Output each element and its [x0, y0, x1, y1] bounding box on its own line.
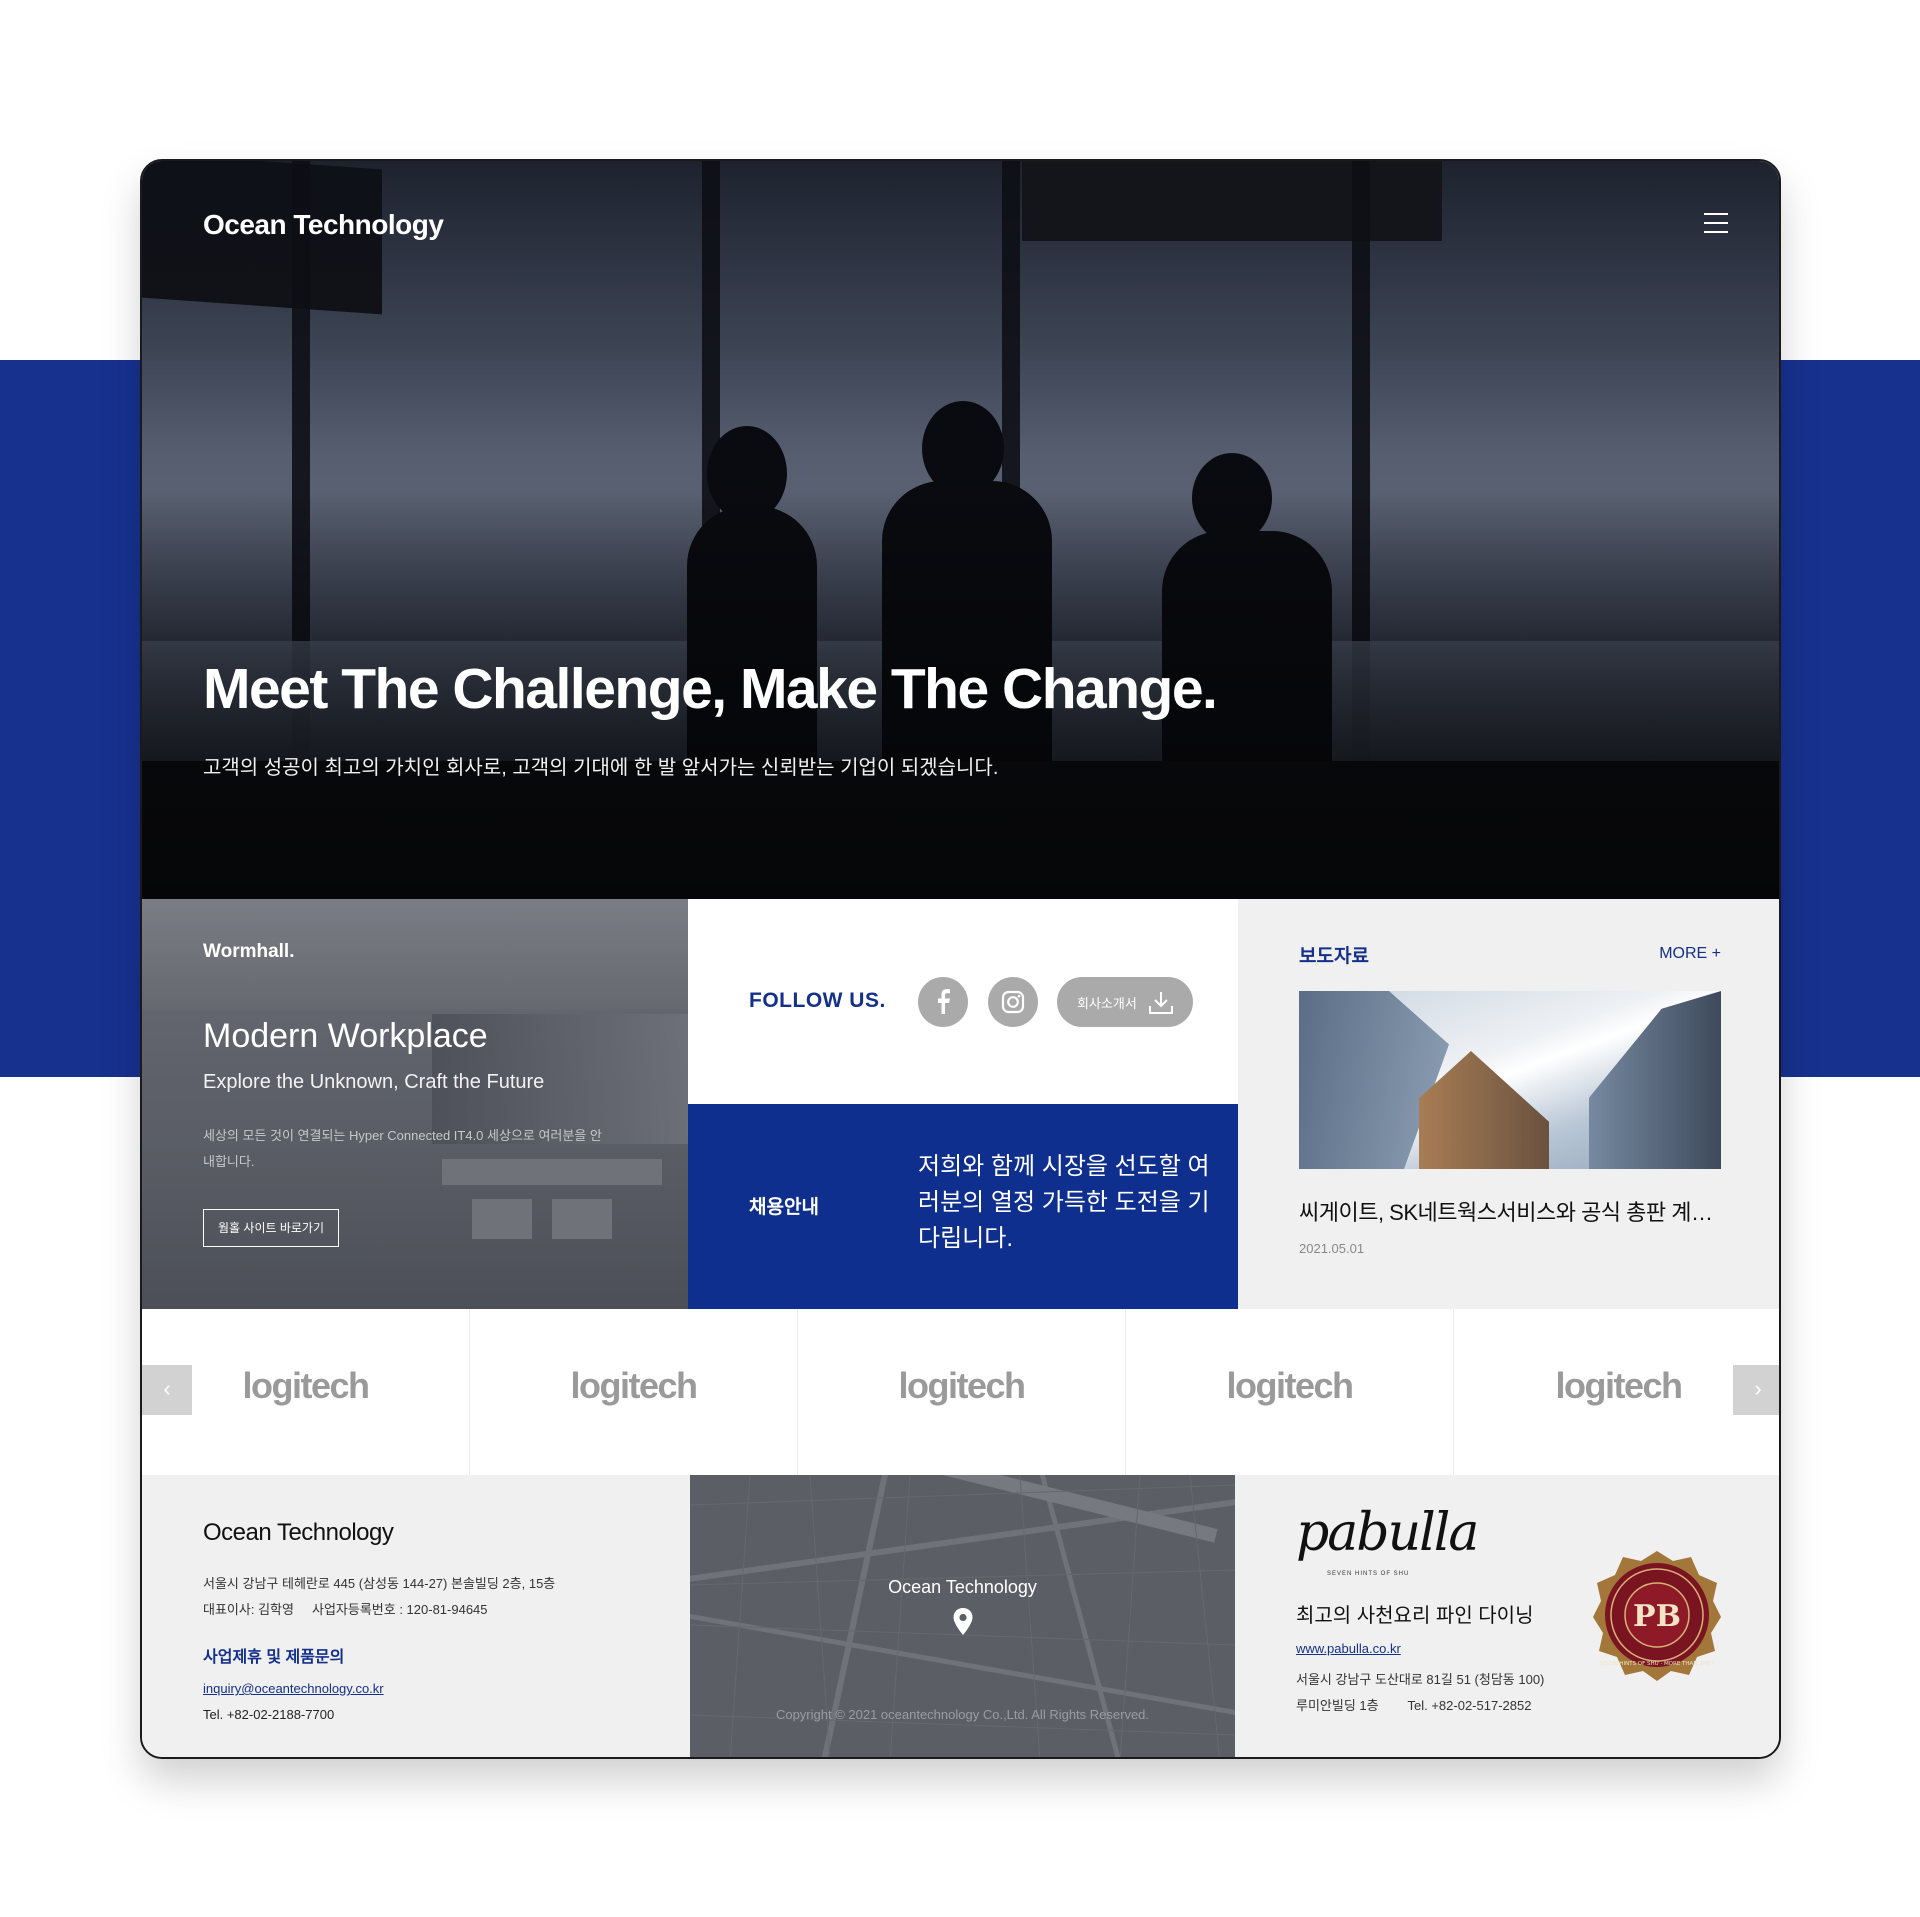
- recruit-text: 저희와 함께 시장을 선도할 여러분의 열정 가득한 도전을 기다립니다.: [918, 1153, 1210, 1252]
- press-title: 보도자료: [1299, 946, 1369, 967]
- wormhall-title: Modern Workplace: [203, 1017, 488, 1055]
- follow-us-label: FOLLOW US.: [749, 989, 886, 1012]
- press-more-link[interactable]: MORE +: [1659, 945, 1721, 963]
- carousel-next-button[interactable]: ›: [1733, 1365, 1779, 1415]
- recruit-section[interactable]: 채용안내 저희와 함께 시장을 선도할 여러분의 열정 가득한 도전을 기다립니…: [688, 1104, 1238, 1309]
- footer-ceo-registration: 대표이사: 김학영 사업자등록번호 : 120-81-94645: [203, 1602, 488, 1617]
- site-logo[interactable]: Ocean Technology: [203, 209, 444, 241]
- partner-logo-carousel: logitech logitech logitech logitech logi…: [142, 1309, 1779, 1475]
- location-map[interactable]: Ocean Technology Copyright © 2021 oceant…: [690, 1475, 1235, 1757]
- press-release-section: 보도자료 MORE + 씨게이트, SK네트웍스서비스와 공식 총판 계약 체결…: [1238, 899, 1779, 1309]
- press-thumbnail[interactable]: [1299, 991, 1721, 1169]
- press-headline[interactable]: 씨게이트, SK네트웍스서비스와 공식 총판 계약 체결: [1299, 1195, 1721, 1227]
- footer-company-name: Ocean Technology: [203, 1519, 394, 1546]
- pabulla-tagline: SEVEN HINTS OF SHU: [1327, 1571, 1410, 1577]
- recruit-label: 채용안내: [749, 1197, 819, 1218]
- pabulla-address: 서울시 강남구 도산대로 81길 51 (청담동 100): [1296, 1672, 1545, 1687]
- partner-logo[interactable]: logitech: [470, 1309, 798, 1475]
- pabulla-promo: pabulla SEVEN HINTS OF SHU 최고의 사천요리 파인 다…: [1235, 1475, 1779, 1757]
- pabulla-logo[interactable]: pabulla: [1296, 1503, 1479, 1563]
- partner-logo[interactable]: logitech: [1126, 1309, 1454, 1475]
- instagram-icon[interactable]: [988, 977, 1038, 1027]
- partner-logo[interactable]: logitech: [1454, 1309, 1779, 1475]
- pabulla-slogan: 최고의 사천요리 파인 다이닝: [1296, 1605, 1534, 1627]
- follow-us-section: FOLLOW US. 회사소개서: [688, 899, 1238, 1104]
- inquiry-email-link[interactable]: inquiry@oceantechnology.co.kr: [203, 1681, 384, 1696]
- pabulla-badge-emblem: PB SEVEN HINTS OF SHU · MORE THAN SPICY: [1593, 1551, 1721, 1681]
- facebook-icon[interactable]: [918, 977, 968, 1027]
- hero-subtitle: 고객의 성공이 최고의 가치인 회사로, 고객의 기대에 한 발 앞서가는 신뢰…: [203, 757, 999, 779]
- wormhall-subtitle: Explore the Unknown, Craft the Future: [203, 1071, 545, 1093]
- carousel-prev-button[interactable]: ‹: [142, 1365, 192, 1415]
- svg-text:SEVEN HINTS OF SHU · MORE THAN: SEVEN HINTS OF SHU · MORE THAN SPICY: [1599, 1661, 1715, 1667]
- browser-frame: Ocean Technology Meet The Challenge, Mak…: [140, 159, 1781, 1759]
- company-brochure-download-button[interactable]: 회사소개서: [1057, 977, 1193, 1027]
- partner-logo[interactable]: logitech: [798, 1309, 1126, 1475]
- map-pin-icon[interactable]: [952, 1607, 974, 1637]
- wormhall-site-button[interactable]: 웜홀 사이트 바로가기: [203, 1209, 339, 1247]
- copyright-text: Copyright © 2021 oceantechnology Co.,Ltd…: [775, 1707, 1150, 1722]
- brochure-label: 회사소개서: [1077, 996, 1137, 1011]
- hamburger-menu-icon[interactable]: [1702, 213, 1730, 235]
- wormhall-label: Wormhall.: [203, 941, 295, 962]
- press-date: 2021.05.01: [1299, 1241, 1365, 1256]
- inquiry-title: 사업제휴 및 제품문의: [203, 1649, 345, 1666]
- wormhall-card: Wormhall. Modern Workplace Explore the U…: [142, 899, 688, 1309]
- svg-text:PB: PB: [1633, 1599, 1681, 1634]
- wormhall-description: 세상의 모든 것이 연결되는 Hyper Connected IT4.0 세상으…: [203, 1128, 602, 1169]
- hero-section: Ocean Technology Meet The Challenge, Mak…: [142, 161, 1779, 899]
- footer-tel: Tel. +82-02-2188-7700: [203, 1707, 335, 1722]
- pabulla-url-link[interactable]: www.pabulla.co.kr: [1296, 1641, 1401, 1656]
- pabulla-building-tel: 루미안빌딩 1층 Tel. +82-02-517-2852: [1296, 1698, 1532, 1713]
- footer-company-info: Ocean Technology 서울시 강남구 테헤란로 445 (삼성동 1…: [142, 1475, 690, 1757]
- download-icon: [1149, 992, 1173, 1014]
- map-location-label: Ocean Technology: [888, 1577, 1037, 1597]
- hero-title: Meet The Challenge, Make The Change.: [203, 657, 1218, 721]
- footer-address: 서울시 강남구 테헤란로 445 (삼성동 144-27) 본솔빌딩 2층, 1…: [203, 1576, 556, 1591]
